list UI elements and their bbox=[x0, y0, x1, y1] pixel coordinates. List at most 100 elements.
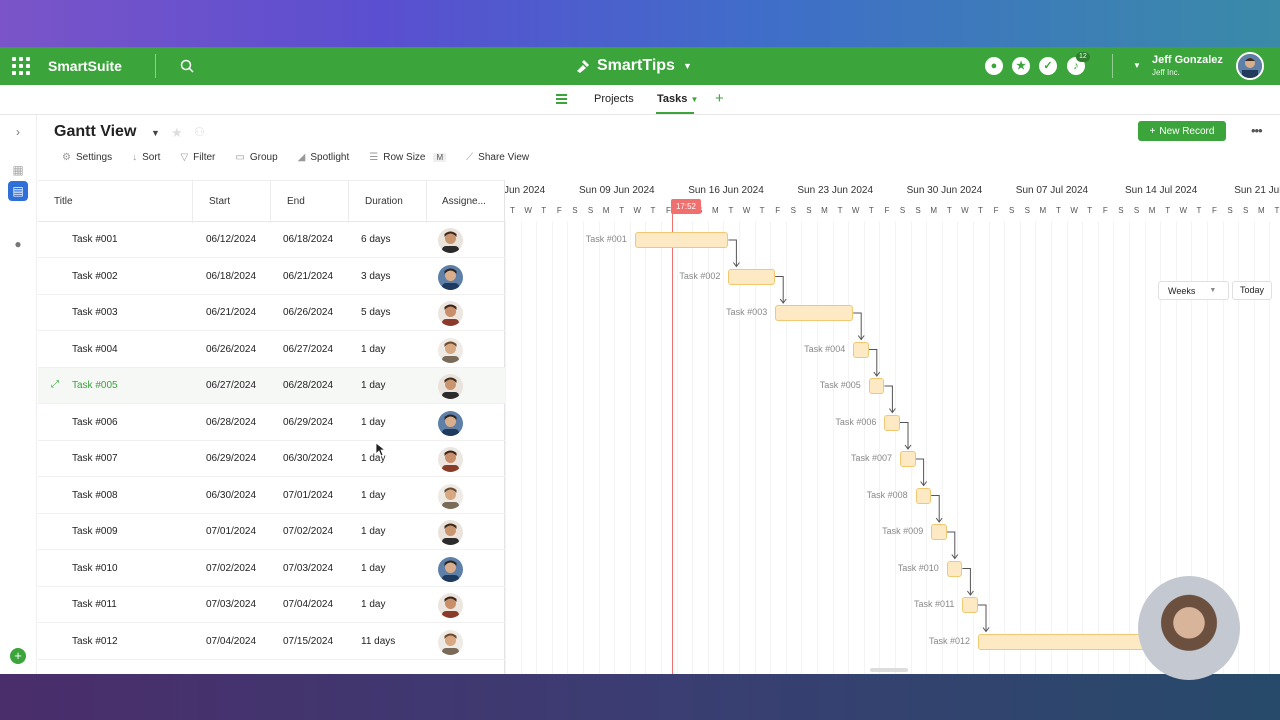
table-row[interactable]: Task #006 06/28/2024 06/29/2024 1 day bbox=[38, 405, 505, 441]
app-launcher-icon[interactable] bbox=[12, 57, 30, 75]
avatar[interactable] bbox=[438, 447, 463, 472]
task-title[interactable]: Task #005 bbox=[72, 380, 118, 391]
task-title[interactable]: Task #008 bbox=[72, 490, 118, 501]
tab-projects[interactable]: Projects bbox=[594, 93, 634, 105]
duration[interactable]: 11 days bbox=[361, 636, 395, 647]
column-header-title[interactable]: Title bbox=[54, 196, 73, 207]
task-title[interactable]: Task #006 bbox=[72, 417, 118, 428]
search-icon[interactable] bbox=[179, 58, 195, 74]
end-date[interactable]: 07/04/2024 bbox=[283, 599, 333, 610]
table-row[interactable]: Task #001 06/12/2024 06/18/2024 6 days bbox=[38, 222, 505, 258]
table-row[interactable]: Task #007 06/29/2024 06/30/2024 1 day bbox=[38, 441, 505, 477]
scale-select[interactable]: Weeks ▼ bbox=[1158, 281, 1229, 300]
gantt-bar[interactable] bbox=[868, 378, 885, 394]
today-button[interactable]: Today bbox=[1232, 281, 1272, 300]
end-date[interactable]: 07/03/2024 bbox=[283, 563, 333, 574]
table-row[interactable]: Task #012 07/04/2024 07/15/2024 11 days bbox=[38, 624, 505, 660]
gantt-bar[interactable] bbox=[728, 268, 776, 285]
start-date[interactable]: 06/18/2024 bbox=[206, 271, 256, 282]
end-date[interactable]: 06/26/2024 bbox=[283, 307, 333, 318]
chevron-down-icon[interactable]: ▼ bbox=[151, 128, 160, 138]
start-date[interactable]: 06/27/2024 bbox=[206, 380, 256, 391]
column-divider[interactable] bbox=[192, 181, 193, 223]
task-title[interactable]: Task #007 bbox=[72, 453, 118, 464]
table-row[interactable]: Task #003 06/21/2024 06/26/2024 5 days bbox=[38, 295, 505, 331]
gantt-bar[interactable] bbox=[634, 232, 729, 248]
share-view-button[interactable]: ⟋ Share View bbox=[466, 152, 529, 163]
avatar[interactable] bbox=[438, 483, 463, 509]
record-view-icon[interactable]: ▤ bbox=[8, 181, 28, 201]
brand-name[interactable]: SmartSuite bbox=[48, 58, 122, 74]
column-header-duration[interactable]: Duration bbox=[365, 196, 403, 207]
gantt-bar[interactable] bbox=[900, 451, 916, 467]
spotlight-button[interactable]: ◢ Spotlight bbox=[298, 152, 350, 163]
avatar[interactable] bbox=[438, 264, 463, 290]
add-icon[interactable]: + bbox=[10, 648, 26, 664]
end-date[interactable]: 06/18/2024 bbox=[283, 234, 333, 245]
gantt-bar[interactable] bbox=[946, 560, 963, 577]
start-date[interactable]: 07/03/2024 bbox=[206, 599, 256, 610]
duration[interactable]: 1 day bbox=[361, 417, 385, 428]
avatar[interactable] bbox=[438, 629, 463, 655]
duration[interactable]: 1 day bbox=[361, 344, 385, 355]
duration[interactable]: 3 days bbox=[361, 271, 390, 282]
share-users-icon[interactable]: ⚇ bbox=[194, 125, 205, 139]
gantt-bar[interactable] bbox=[962, 597, 978, 613]
table-row[interactable]: Task #004 06/26/2024 06/27/2024 1 day bbox=[38, 332, 505, 368]
start-date[interactable]: 06/29/2024 bbox=[206, 453, 256, 464]
end-date[interactable]: 07/02/2024 bbox=[283, 526, 333, 537]
task-title[interactable]: Task #002 bbox=[72, 271, 118, 282]
avatar[interactable] bbox=[1236, 52, 1264, 80]
gantt-bar[interactable] bbox=[775, 305, 854, 321]
more-icon[interactable]: ••• bbox=[1251, 123, 1263, 138]
end-date[interactable]: 07/01/2024 bbox=[283, 490, 333, 501]
column-divider[interactable] bbox=[270, 181, 271, 223]
star-icon[interactable]: ★ bbox=[1012, 57, 1030, 75]
avatar[interactable] bbox=[438, 593, 463, 618]
gantt-bar[interactable] bbox=[915, 487, 932, 504]
start-date[interactable]: 07/04/2024 bbox=[206, 636, 256, 647]
task-title[interactable]: Task #012 bbox=[72, 636, 118, 647]
avatar[interactable] bbox=[438, 228, 463, 253]
duration[interactable]: 1 day bbox=[361, 490, 385, 501]
task-title[interactable]: Task #011 bbox=[72, 599, 117, 610]
duration[interactable]: 1 day bbox=[361, 563, 385, 574]
column-header-start[interactable]: Start bbox=[209, 196, 230, 207]
avatar[interactable] bbox=[438, 301, 463, 326]
duration[interactable]: 1 day bbox=[361, 599, 385, 610]
add-tab-icon[interactable]: + bbox=[715, 90, 724, 107]
avatar[interactable] bbox=[438, 410, 463, 436]
table-row[interactable]: Task #011 07/03/2024 07/04/2024 1 day bbox=[38, 587, 505, 623]
end-date[interactable]: 06/27/2024 bbox=[283, 344, 333, 355]
end-date[interactable]: 06/29/2024 bbox=[283, 417, 333, 428]
start-date[interactable]: 06/21/2024 bbox=[206, 307, 256, 318]
column-header-assignee[interactable]: Assigne... bbox=[442, 196, 486, 207]
user-name[interactable]: Jeff Gonzalez bbox=[1152, 54, 1223, 66]
duration[interactable]: 1 day bbox=[361, 380, 385, 391]
gantt-bar[interactable] bbox=[884, 414, 900, 431]
start-date[interactable]: 06/26/2024 bbox=[206, 344, 256, 355]
filter-button[interactable]: ▽ Filter bbox=[180, 152, 215, 163]
end-date[interactable]: 06/21/2024 bbox=[283, 271, 333, 282]
table-row[interactable]: Task #002 06/18/2024 06/21/2024 3 days bbox=[38, 259, 505, 295]
column-header-end[interactable]: End bbox=[287, 196, 305, 207]
gantt-bar[interactable] bbox=[853, 341, 869, 358]
person-icon[interactable]: ● bbox=[11, 237, 25, 251]
expand-record-icon[interactable]: ⤢ bbox=[51, 379, 59, 390]
table-row[interactable]: ⤢ Task #005 06/27/2024 06/28/2024 1 day bbox=[38, 368, 505, 404]
menu-icon[interactable] bbox=[556, 94, 567, 104]
start-date[interactable]: 07/02/2024 bbox=[206, 563, 256, 574]
end-date[interactable]: 06/30/2024 bbox=[283, 453, 333, 464]
duration[interactable]: 1 day bbox=[361, 526, 385, 537]
end-date[interactable]: 07/15/2024 bbox=[283, 636, 333, 647]
avatar[interactable] bbox=[438, 556, 463, 582]
chevron-down-icon[interactable]: ▼ bbox=[1133, 61, 1141, 70]
task-title[interactable]: Task #010 bbox=[72, 563, 118, 574]
workspace-switcher[interactable]: SmartTips ▼ bbox=[575, 56, 692, 76]
expand-icon[interactable]: › bbox=[11, 125, 25, 139]
group-button[interactable]: ▭ Group bbox=[235, 152, 277, 163]
gantt-bar[interactable] bbox=[978, 633, 1150, 650]
duration[interactable]: 5 days bbox=[361, 307, 390, 318]
avatar[interactable] bbox=[438, 374, 463, 399]
row-size-button[interactable]: ☰ Row Size M bbox=[369, 152, 447, 163]
